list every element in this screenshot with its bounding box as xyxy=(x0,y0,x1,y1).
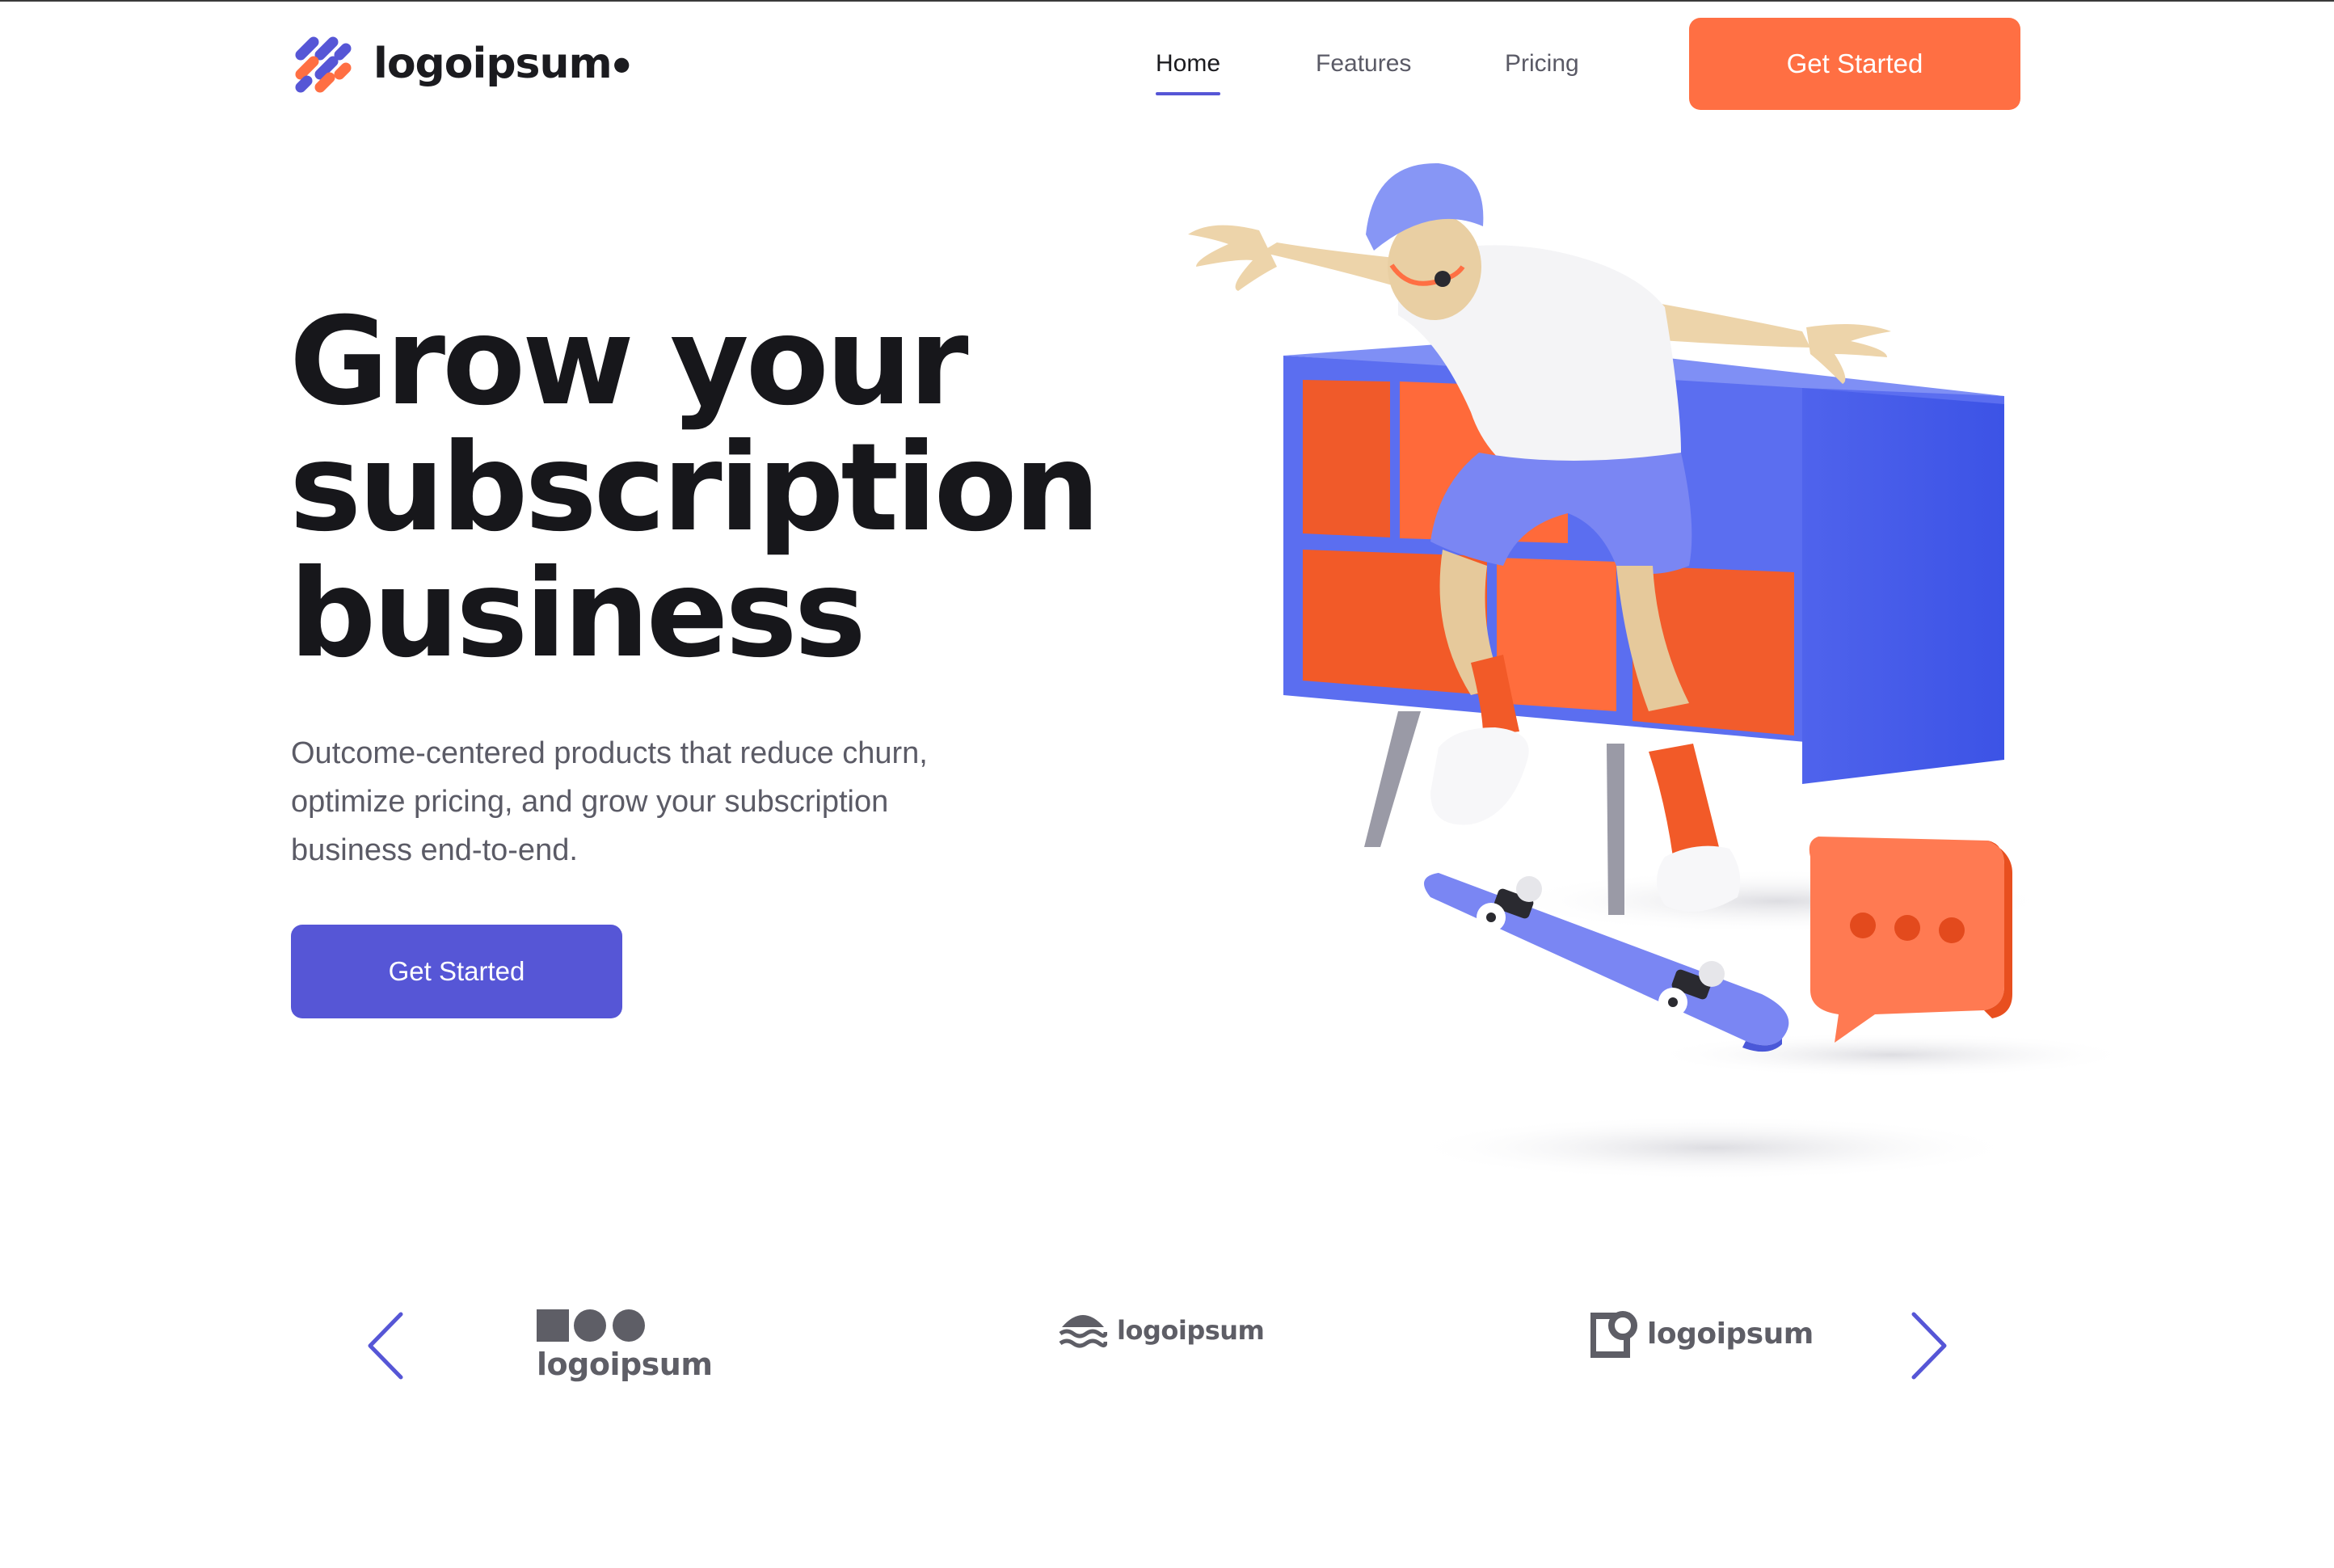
shelf-leg-left xyxy=(1364,711,1421,847)
shapes-logo-icon xyxy=(537,1309,645,1342)
hero-title-line-1: Grow your xyxy=(289,292,969,432)
partner-logo-1: logoipsum xyxy=(537,1308,713,1382)
logo-mark-icon xyxy=(295,36,352,93)
hero-subtitle: Outcome-centered products that reduce ch… xyxy=(291,729,1018,875)
carousel-prev-button[interactable] xyxy=(362,1309,411,1382)
partner-logo-3: logoipsum xyxy=(1590,1309,1814,1358)
hero-subtitle-line-2: optimize pricing, and grow your subscrip… xyxy=(291,785,889,819)
partner-logo-3-name: logoipsum xyxy=(1647,1317,1814,1351)
square-circle-logo-icon xyxy=(1590,1311,1637,1358)
shelf-side xyxy=(1802,388,2004,784)
header-get-started-button[interactable]: Get Started xyxy=(1689,18,2020,110)
hero-title: Grow your subscription business xyxy=(289,292,1100,685)
bubble-shadow xyxy=(1649,1032,2134,1077)
partner-logo-2-name: logoipsum xyxy=(1117,1315,1265,1346)
nav-active-indicator xyxy=(1156,92,1220,95)
partner-logo-2: logoipsum xyxy=(1059,1308,1265,1353)
window-top-border xyxy=(0,0,2334,2)
partner-logo-1-name: logoipsum xyxy=(537,1347,713,1382)
skateboarder-3d-illustration xyxy=(1188,162,2134,1180)
hero-get-started-button[interactable]: Get Started xyxy=(291,925,622,1018)
nav-features-link[interactable]: Features xyxy=(1316,50,1411,78)
hero-title-line-3: business xyxy=(289,544,866,685)
shelf-cell-4 xyxy=(1497,558,1616,711)
hero-subtitle-line-3: business end-to-end. xyxy=(291,833,578,867)
shelf-leg-right xyxy=(1607,744,1624,915)
carousel-next-button[interactable] xyxy=(1904,1309,1953,1382)
chat-bubble-icon xyxy=(1809,837,2012,1043)
logo-registered-dot: ● xyxy=(613,53,630,75)
hero-title-line-2: subscription xyxy=(289,418,1100,558)
ground-shadow xyxy=(1406,1115,2020,1180)
chevron-left-icon xyxy=(368,1312,403,1380)
site-logo[interactable]: logoipsum ● xyxy=(289,29,630,99)
nav-home-link[interactable]: Home xyxy=(1156,50,1220,78)
chevron-right-icon xyxy=(1911,1312,1947,1380)
logo-wordmark: logoipsum xyxy=(373,40,613,88)
shelf-cell-1 xyxy=(1303,380,1390,537)
hero-subtitle-line-1: Outcome-centered products that reduce ch… xyxy=(291,736,928,770)
nav-pricing-link[interactable]: Pricing xyxy=(1505,50,1579,78)
waves-logo-icon xyxy=(1059,1315,1107,1348)
